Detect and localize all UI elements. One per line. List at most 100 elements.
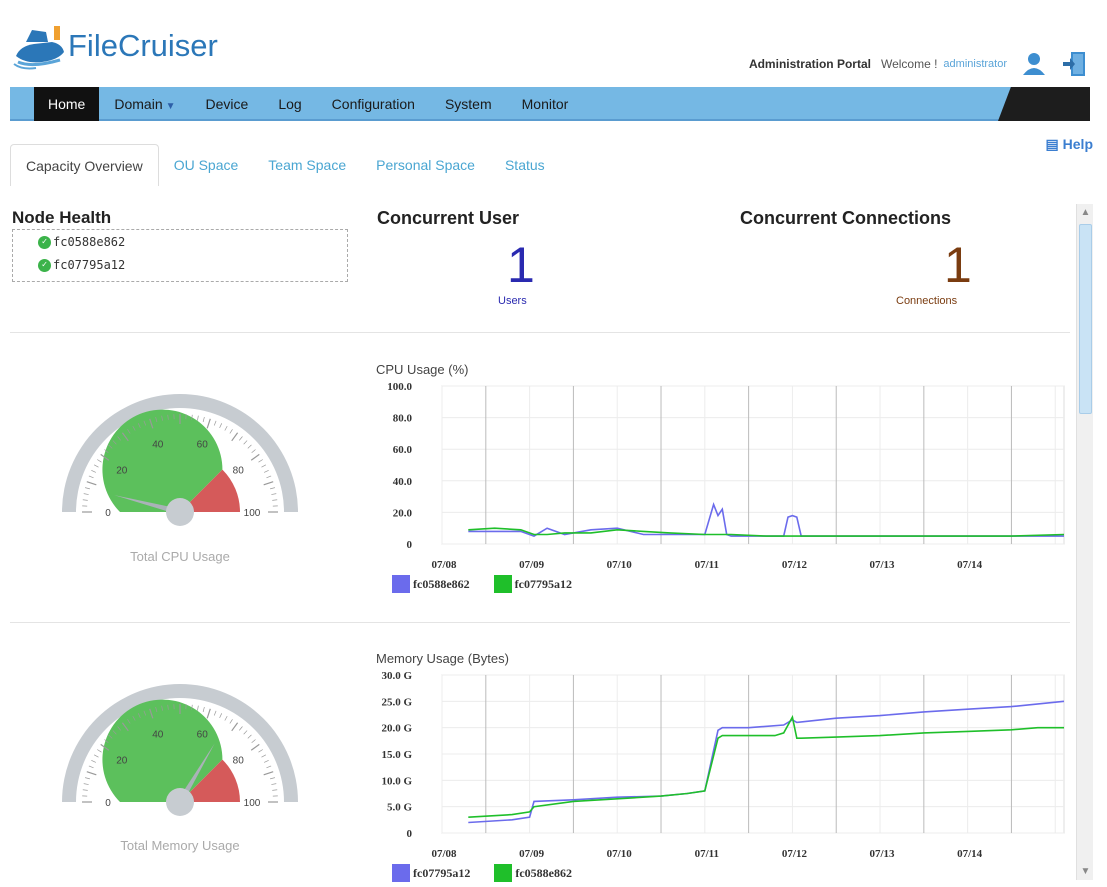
gauge-tick bbox=[250, 743, 260, 751]
gauge-tick bbox=[84, 777, 91, 780]
gauge-tick bbox=[93, 754, 99, 758]
gauge-tick bbox=[229, 719, 233, 724]
x-tick-label: 07/10 bbox=[607, 559, 633, 571]
x-tick-label: 07/14 bbox=[957, 848, 983, 860]
gauge-tick bbox=[258, 459, 263, 463]
gauge-tick bbox=[263, 469, 269, 473]
gauge-tick bbox=[202, 416, 205, 423]
y-tick-label: 80.0 bbox=[393, 413, 413, 425]
x-tick-label: 07/11 bbox=[695, 848, 719, 860]
gauge-tick bbox=[91, 759, 97, 763]
y-tick-label: 40.0 bbox=[393, 476, 413, 488]
logout-icon[interactable] bbox=[1061, 49, 1091, 79]
gauge-tick bbox=[83, 493, 89, 495]
nav-monitor[interactable]: Monitor bbox=[507, 87, 584, 121]
concurrent-connections-unit: Connections bbox=[896, 295, 958, 307]
gauge-tick-label: 40 bbox=[152, 440, 164, 451]
x-tick-label: 07/13 bbox=[869, 848, 895, 860]
nav-log[interactable]: Log bbox=[263, 87, 316, 121]
x-tick-label: 07/08 bbox=[431, 848, 457, 860]
nav-system-label: System bbox=[444, 96, 492, 112]
check-icon: ✓ bbox=[38, 235, 51, 249]
nav-device[interactable]: Device bbox=[191, 87, 264, 121]
nav-system[interactable]: System bbox=[430, 87, 507, 121]
x-tick-label: 07/13 bbox=[869, 559, 895, 571]
nav-home[interactable]: Home bbox=[34, 87, 100, 121]
legend-label: fc0588e862 bbox=[413, 576, 470, 591]
vertical-scrollbar[interactable]: ▲ ▼ bbox=[1076, 204, 1093, 880]
nav-configuration[interactable]: Configuration bbox=[317, 87, 430, 121]
legend-item[interactable]: fc07795a12 bbox=[392, 864, 470, 882]
gauge-tick-label: 80 bbox=[233, 756, 245, 767]
legend-swatch bbox=[493, 575, 512, 593]
tab-personal-space[interactable]: Personal Space bbox=[361, 144, 490, 186]
memory-chart-title: Memory Usage (Bytes) bbox=[376, 651, 509, 666]
tab-status[interactable]: Status bbox=[490, 144, 560, 186]
gauge-tick bbox=[269, 777, 276, 780]
y-tick-label: 0 bbox=[407, 539, 413, 551]
scroll-down-icon[interactable]: ▼ bbox=[1077, 863, 1094, 880]
node-item[interactable]: ✓ fc07795a12 bbox=[38, 258, 125, 272]
nav-log-label: Log bbox=[278, 96, 302, 112]
gauge-tick bbox=[97, 749, 102, 753]
x-tick-label: 07/14 bbox=[957, 559, 983, 571]
gauge-tick bbox=[219, 713, 223, 719]
divider bbox=[10, 332, 1070, 333]
gauge-tick-label: 100 bbox=[244, 798, 261, 809]
capacity-overview-panel: Node Health ✓ fc0588e862 ✓ fc07795a12 Co… bbox=[0, 192, 1076, 887]
legend-label: fc07795a12 bbox=[413, 865, 471, 880]
x-tick-label: 07/12 bbox=[782, 848, 808, 860]
gauge-tick bbox=[263, 759, 269, 763]
scroll-up-icon[interactable]: ▲ bbox=[1077, 204, 1094, 221]
gauge-tick bbox=[213, 420, 217, 426]
nav-device-label: Device bbox=[205, 96, 249, 112]
tab-capacity-overview[interactable]: Capacity Overview bbox=[10, 144, 159, 186]
user-profile-icon[interactable] bbox=[1019, 49, 1049, 79]
gauge-tick bbox=[266, 765, 272, 769]
caret-down-icon: ▼ bbox=[165, 101, 176, 112]
help-link[interactable]: ▤ Help bbox=[1046, 136, 1093, 153]
subtabs: Capacity Overview OU Space Team Space Pe… bbox=[10, 142, 560, 186]
gauge-tick bbox=[93, 464, 99, 468]
cpu-gauge: 0 20 40 60 80 100 bbox=[62, 394, 298, 526]
username-link[interactable]: administrator bbox=[943, 58, 1007, 70]
concurrent-user-unit: Users bbox=[498, 295, 527, 307]
legend-swatch bbox=[392, 864, 410, 882]
y-tick-label: 10.0 G bbox=[381, 775, 412, 787]
gauge-tick bbox=[266, 475, 272, 479]
legend-item[interactable]: fc07795a12 bbox=[493, 575, 572, 593]
legend-item[interactable]: fc0588e862 bbox=[494, 864, 572, 882]
tab-team-space[interactable]: Team Space bbox=[253, 144, 361, 186]
node-id: fc0588e862 bbox=[53, 235, 126, 249]
concurrent-user-value: 1 bbox=[507, 237, 535, 293]
gauge-tick bbox=[271, 493, 277, 495]
cpu-usage-chart: 100.0 80.0 60.0 40.0 20.0 0 07/08 07/09 07/10 07/… bbox=[387, 381, 1065, 571]
gauge-tick-label: 0 bbox=[105, 798, 111, 809]
gauge-tick bbox=[197, 705, 199, 711]
gauge-tick bbox=[206, 708, 211, 719]
gauge-tick bbox=[247, 444, 252, 449]
nav-configuration-label: Configuration bbox=[331, 96, 415, 112]
gauge-tick bbox=[231, 722, 239, 732]
nav-monitor-label: Monitor bbox=[521, 96, 569, 112]
gauge-tick bbox=[82, 789, 88, 791]
scrollbar-thumb[interactable] bbox=[1079, 224, 1092, 414]
help-label: Help bbox=[1062, 136, 1093, 152]
nav-domain[interactable]: Domain ▼ bbox=[99, 87, 190, 121]
tab-ou-space[interactable]: OU Space bbox=[159, 144, 254, 186]
memory-chart-legend: fc07795a12 fc0588e862 bbox=[392, 864, 590, 882]
gauge-tick bbox=[91, 469, 97, 473]
gauge-tick bbox=[261, 754, 267, 758]
gauge-tick bbox=[263, 771, 274, 776]
gauge-tick bbox=[224, 715, 228, 721]
gauge-tick bbox=[97, 459, 102, 463]
legend-item[interactable]: fc0588e862 bbox=[392, 575, 470, 593]
legend-swatch bbox=[494, 864, 513, 882]
memory-usage-chart: 30.0 G 25.0 G 20.0 G 15.0 G 10.0 G 5.0 G 0 07/0… bbox=[381, 670, 1065, 860]
gauge-tick bbox=[213, 710, 217, 716]
filecruiser-logo[interactable]: FileCruiser bbox=[12, 22, 227, 72]
node-item[interactable]: ✓ fc0588e862 bbox=[38, 235, 125, 249]
gauge-tick bbox=[229, 429, 233, 434]
gauge-tick-label: 40 bbox=[152, 730, 164, 741]
user-area: Administration Portal Welcome ! administ… bbox=[749, 46, 1091, 82]
